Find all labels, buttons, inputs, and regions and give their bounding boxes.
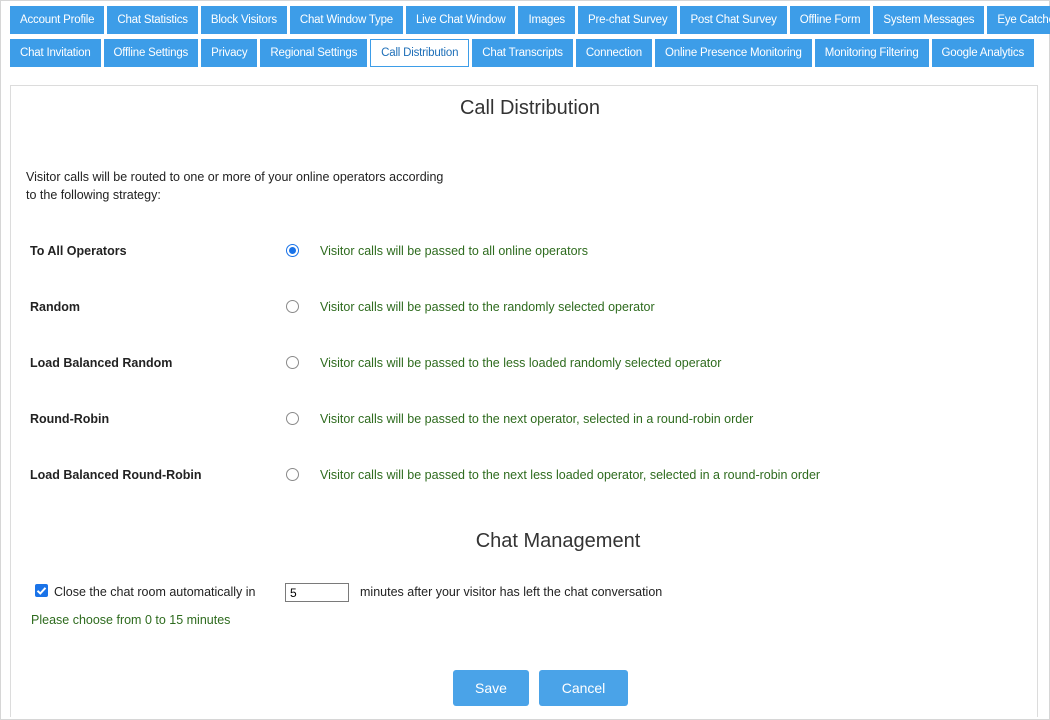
- tab-google-analytics[interactable]: Google Analytics: [931, 39, 1034, 67]
- tab-chat-invitation[interactable]: Chat Invitation: [10, 39, 101, 67]
- strategy-radio-load-balanced-round-robin[interactable]: [286, 468, 299, 481]
- strategy-label: Random: [30, 300, 80, 314]
- tab-images[interactable]: Images: [518, 6, 575, 34]
- tab-post-chat-survey[interactable]: Post Chat Survey: [680, 6, 787, 34]
- strategy-label: Round-Robin: [30, 412, 110, 426]
- strategy-row-round-robin: Round-Robin Visitor calls will be passed …: [30, 410, 1010, 430]
- checkmark-icon: [36, 587, 47, 595]
- tab-regional-settings[interactable]: Regional Settings: [260, 39, 368, 67]
- tab-offline-form[interactable]: Offline Form: [789, 6, 871, 34]
- tab-system-messages[interactable]: System Messages: [873, 6, 985, 34]
- tab-account-profile[interactable]: Account Profile: [10, 6, 105, 34]
- tab-connection[interactable]: Connection: [575, 39, 653, 67]
- intro-text: Visitor calls will be routed to one or m…: [26, 170, 444, 202]
- strategy-description: Visitor calls will be passed to the less…: [320, 356, 722, 370]
- strategy-description: Visitor calls will be passed to the next…: [320, 468, 821, 482]
- strategy-row-random: Random Visitor calls will be passed to th…: [30, 298, 1010, 318]
- strategy-row-to-all-operators: To All Operators Visitor calls will be pa…: [30, 242, 1010, 262]
- tab-bar-row-2: Chat Invitation Offline Settings Privacy Re…: [10, 39, 1034, 67]
- tab-pre-chat-survey[interactable]: Pre-chat Survey: [577, 6, 678, 34]
- strategy-radio-load-balanced-random[interactable]: [286, 356, 299, 369]
- strategy-label: Load Balanced Round-Robin: [30, 468, 202, 482]
- tab-chat-transcripts[interactable]: Chat Transcripts: [472, 39, 573, 67]
- tab-call-distribution[interactable]: Call Distribution: [370, 39, 470, 67]
- minutes-hint: Please choose from 0 to 15 minutes: [31, 613, 231, 627]
- strategy-description: Visitor calls will be passed to the rand…: [320, 300, 655, 314]
- auto-close-checkbox[interactable]: [35, 584, 48, 597]
- tab-online-presence-monitoring[interactable]: Online Presence Monitoring: [655, 39, 812, 67]
- strategy-row-load-balanced-round-robin: Load Balanced Round-Robin Visitor calls w…: [30, 466, 1010, 486]
- tab-block-visitors[interactable]: Block Visitors: [200, 6, 287, 34]
- tab-bar-row-1: Account Profile Chat Statistics Block Visi…: [10, 6, 1050, 34]
- tab-chat-statistics[interactable]: Chat Statistics: [107, 6, 198, 34]
- tab-monitoring-filtering[interactable]: Monitoring Filtering: [814, 39, 929, 67]
- strategy-label: Load Balanced Random: [30, 356, 173, 370]
- strategy-description: Visitor calls will be passed to the next…: [320, 412, 754, 426]
- page-title: Call Distribution: [459, 97, 601, 119]
- strategy-row-load-balanced-random: Load Balanced Random Visitor calls will b…: [30, 354, 1010, 374]
- save-button[interactable]: Save: [453, 670, 529, 706]
- tab-live-chat-window[interactable]: Live Chat Window: [405, 6, 516, 34]
- auto-close-prefix-label: Close the chat room automatically in: [54, 585, 256, 599]
- strategy-radio-round-robin[interactable]: [286, 412, 299, 425]
- tab-offline-settings[interactable]: Offline Settings: [103, 39, 199, 67]
- tab-chat-window-type[interactable]: Chat Window Type: [289, 6, 403, 34]
- strategy-description: Visitor calls will be passed to all onli…: [320, 244, 588, 258]
- strategy-radio-random[interactable]: [286, 300, 299, 313]
- chat-management-title: Chat Management: [475, 530, 641, 552]
- minutes-input[interactable]: [285, 583, 349, 602]
- strategy-radio-to-all-operators[interactable]: [286, 244, 299, 257]
- auto-close-suffix-label: minutes after your visitor has left the …: [360, 585, 663, 599]
- cancel-button[interactable]: Cancel: [539, 670, 628, 706]
- tab-eye-catcher[interactable]: Eye Catcher: [987, 6, 1050, 34]
- strategy-label: To All Operators: [30, 244, 127, 258]
- tab-privacy[interactable]: Privacy: [201, 39, 258, 67]
